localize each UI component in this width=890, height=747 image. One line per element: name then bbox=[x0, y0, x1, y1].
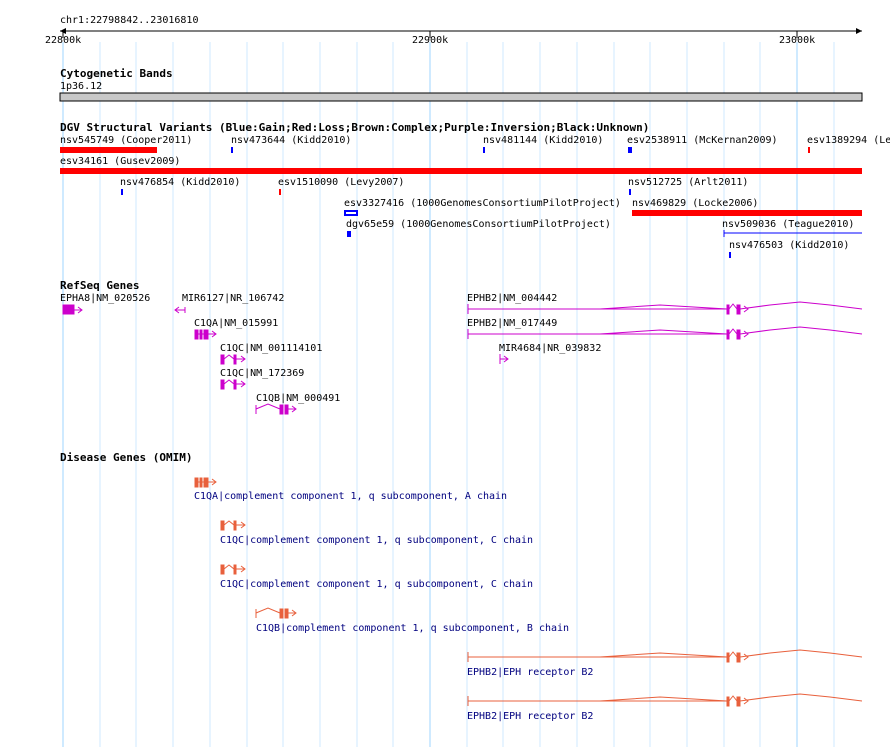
omim-c1qb[interactable] bbox=[255, 607, 297, 619]
dgv-label: esv1389294 (Le bbox=[807, 135, 890, 146]
track-canvas bbox=[59, 28, 863, 747]
region-label: chr1:22798842..23016810 bbox=[60, 15, 199, 26]
cytoband-label: 1p36.12 bbox=[60, 81, 103, 92]
dgv-label: esv3327416 (1000GenomesConsortiumPilotPr… bbox=[344, 198, 621, 209]
dgv-feature-esv3327416[interactable] bbox=[344, 210, 358, 216]
track-title-dgv: DGV Structural Variants (Blue:Gain;Red:L… bbox=[60, 121, 650, 134]
refseq-gene-label: EPHB2|NM_017449 bbox=[467, 318, 558, 329]
omim-gene-label: EPHB2|EPH receptor B2 bbox=[467, 667, 594, 678]
gene-epha8[interactable] bbox=[62, 304, 83, 315]
dgv-label: nsv509036 (Teague2010) bbox=[722, 219, 855, 230]
refseq-gene-label: MIR6127|NR_106742 bbox=[182, 293, 285, 304]
ruler-tick-label: 22800k bbox=[45, 35, 82, 46]
dgv-feature-nsv509036[interactable] bbox=[723, 230, 862, 237]
dgv-feature-esv34161[interactable] bbox=[60, 168, 862, 174]
omim-gene-label: C1QB|complement component 1, q subcompon… bbox=[256, 623, 570, 634]
dgv-label: nsv473644 (Kidd2010) bbox=[231, 135, 352, 146]
omim-c1qc-2[interactable] bbox=[220, 564, 246, 575]
refseq-gene-label: C1QC|NM_001114101 bbox=[220, 343, 323, 354]
omim-gene-label: C1QC|complement component 1, q subcompon… bbox=[220, 579, 534, 590]
omim-ephb2-2[interactable] bbox=[467, 693, 863, 707]
dgv-feature-nsv476854[interactable] bbox=[121, 189, 123, 195]
omim-c1qa[interactable] bbox=[194, 477, 217, 488]
ruler-tick-label: 22900k bbox=[412, 35, 449, 46]
refseq-glyphs bbox=[62, 301, 863, 415]
grid-lines bbox=[62, 42, 835, 747]
gene-c1qa-refseq[interactable] bbox=[194, 329, 217, 340]
omim-gene-label: C1QA|complement component 1, q subcompon… bbox=[194, 491, 508, 502]
gene-c1qc-nm001114101[interactable] bbox=[220, 354, 246, 365]
dgv-feature-esv2538911[interactable] bbox=[628, 147, 632, 153]
dgv-label: esv1510090 (Levy2007) bbox=[278, 177, 405, 188]
dgv-label: nsv476503 (Kidd2010) bbox=[729, 240, 850, 251]
dgv-feature-nsv473644[interactable] bbox=[231, 147, 233, 153]
dgv-label: nsv476854 (Kidd2010) bbox=[120, 177, 241, 188]
refseq-gene-label: EPHA8|NM_020526 bbox=[60, 293, 151, 304]
cytoband-bar[interactable] bbox=[59, 92, 863, 102]
omim-gene-label: C1QC|complement component 1, q subcompon… bbox=[220, 535, 534, 546]
dgv-feature-nsv481144[interactable] bbox=[483, 147, 485, 153]
gene-mir6127[interactable] bbox=[174, 306, 186, 314]
genome-browser: chr1:22798842..23016810 22800k 22900k 23… bbox=[0, 0, 890, 747]
ruler-tick-label: 23000k bbox=[779, 35, 816, 46]
omim-c1qc-1[interactable] bbox=[220, 520, 246, 531]
dgv-feature-esv1510090[interactable] bbox=[279, 189, 281, 195]
gene-mir4684[interactable] bbox=[499, 354, 509, 364]
gene-c1qb-refseq[interactable] bbox=[255, 403, 297, 415]
gene-c1qc-nm172369[interactable] bbox=[220, 379, 246, 390]
omim-gene-label: EPHB2|EPH receptor B2 bbox=[467, 711, 594, 722]
ruler bbox=[60, 28, 862, 38]
refseq-gene-label: C1QC|NM_172369 bbox=[220, 368, 305, 379]
refseq-gene-label: C1QA|NM_015991 bbox=[194, 318, 279, 329]
dgv-feature-nsv545749[interactable] bbox=[60, 147, 157, 153]
dgv-feature-nsv512725[interactable] bbox=[629, 189, 631, 195]
refseq-gene-label: MIR4684|NR_039832 bbox=[499, 343, 602, 354]
refseq-gene-label: C1QB|NM_000491 bbox=[256, 393, 341, 404]
dgv-label: nsv512725 (Arlt2011) bbox=[628, 177, 749, 188]
omim-ephb2-1[interactable] bbox=[467, 649, 863, 663]
dgv-label: esv2538911 (McKernan2009) bbox=[627, 135, 778, 146]
dgv-feature-nsv469829[interactable] bbox=[632, 210, 862, 216]
dgv-feature-dgv65e59[interactable] bbox=[347, 231, 351, 237]
dgv-feature-nsv476503[interactable] bbox=[729, 252, 731, 258]
dgv-label: nsv545749 (Cooper2011) bbox=[60, 135, 193, 146]
dgv-label: nsv469829 (Locke2006) bbox=[632, 198, 759, 209]
track-title-cytoband: Cytogenetic Bands bbox=[60, 67, 173, 80]
track-title-omim: Disease Genes (OMIM) bbox=[60, 451, 193, 464]
refseq-gene-label: EPHB2|NM_004442 bbox=[467, 293, 558, 304]
track-title-refseq: RefSeq Genes bbox=[60, 279, 140, 292]
dgv-label: dgv65e59 (1000GenomesConsortiumPilotProj… bbox=[346, 219, 611, 230]
dgv-label: esv34161 (Gusev2009) bbox=[60, 156, 181, 167]
dgv-feature-esv1389294[interactable] bbox=[808, 147, 810, 153]
dgv-label: nsv481144 (Kidd2010) bbox=[483, 135, 604, 146]
